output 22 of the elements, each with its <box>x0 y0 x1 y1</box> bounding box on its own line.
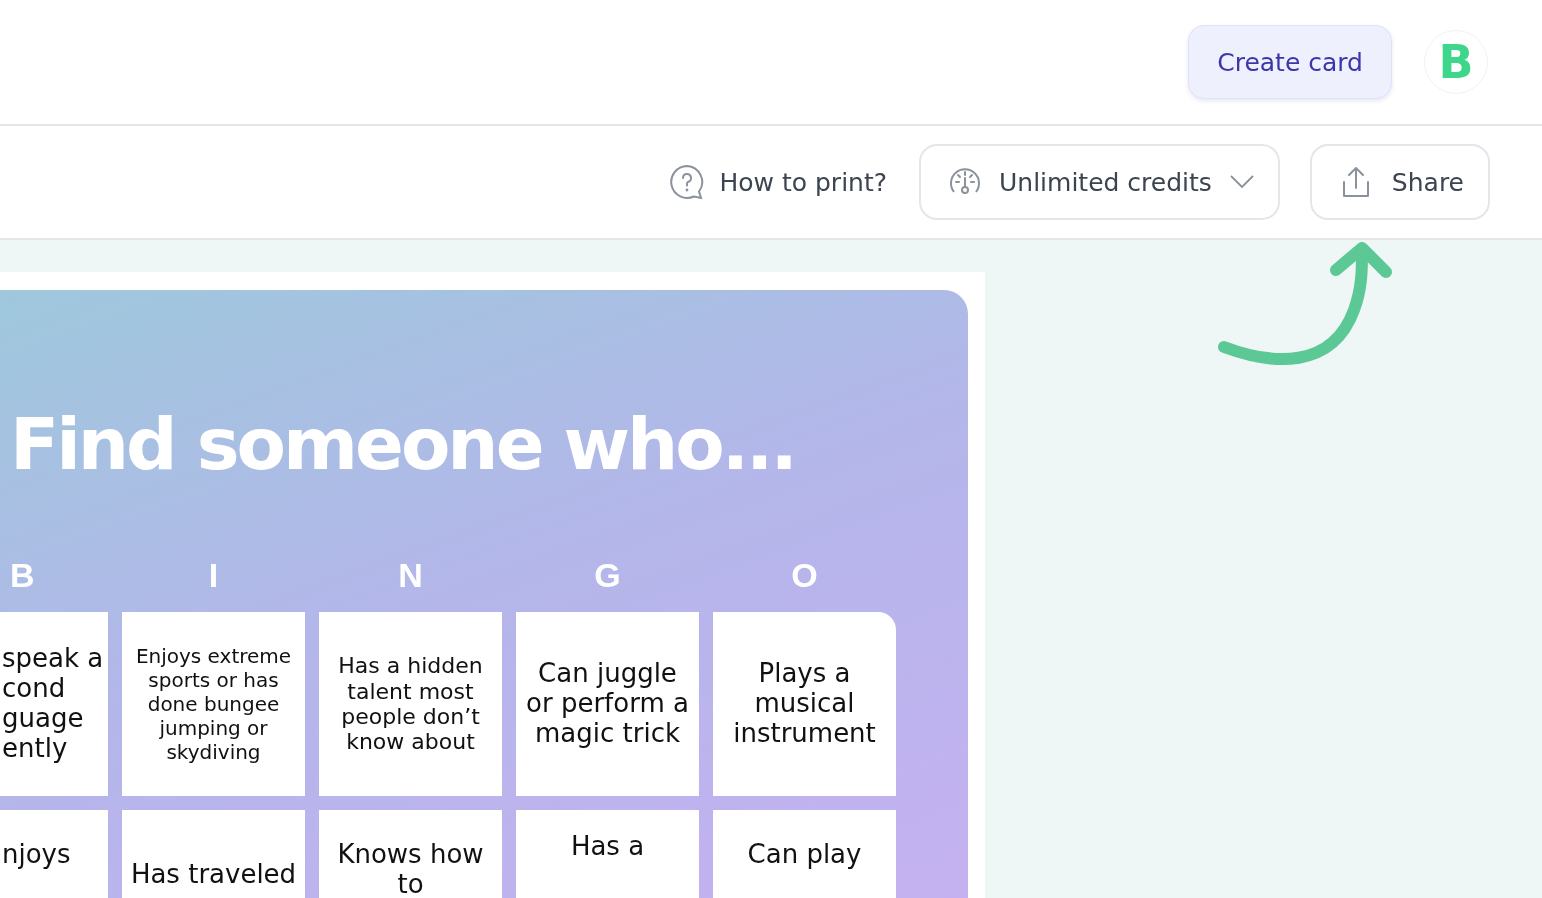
bingo-cell[interactable]: njoys <box>0 810 108 898</box>
share-button[interactable]: Share <box>1309 144 1490 220</box>
bingo-cell[interactable]: Has a <box>516 810 699 898</box>
how-to-print-link[interactable]: How to print? <box>669 164 887 200</box>
bingo-cell[interactable]: Has traveled <box>122 810 305 898</box>
question-bubble-icon <box>669 164 706 200</box>
credits-dropdown[interactable]: Unlimited credits <box>919 144 1280 220</box>
create-card-button[interactable]: Create card <box>1188 25 1392 99</box>
bingo-cell[interactable]: Plays a musical instrument <box>713 612 896 796</box>
column-letter: G <box>593 556 622 596</box>
bingo-cell[interactable]: Knows how to <box>319 810 502 898</box>
chevron-down-icon <box>1229 175 1254 189</box>
bingo-cell[interactable]: Has a hidden talent most people don’t know about <box>319 612 502 796</box>
bingo-cell[interactable]: Can juggle or perform a magic trick <box>516 612 699 796</box>
column-letter: O <box>790 556 819 596</box>
bingo-cell[interactable]: Can play <box>713 810 896 898</box>
card-title: Find someone who... <box>9 408 796 480</box>
column-letter: I <box>207 556 220 596</box>
bingo-cell[interactable]: Enjoys extreme sports or has done bungee jumping or skydiving <box>122 612 305 796</box>
column-letter: B <box>9 556 36 596</box>
column-letter: N <box>397 556 424 596</box>
bingo-cell[interactable]: speak a cond guage ently <box>0 612 108 796</box>
